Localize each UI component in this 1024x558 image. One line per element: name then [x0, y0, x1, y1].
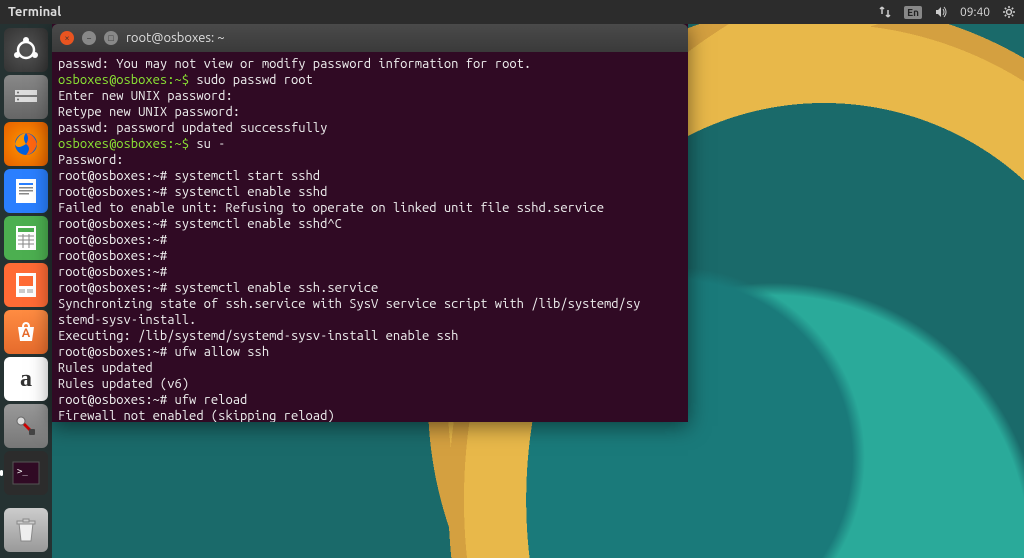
terminal-window[interactable]: × − □ root@osboxes: ~ passwd: You may no…: [52, 24, 688, 422]
terminal-line: root@osboxes:~#: [58, 248, 682, 264]
network-icon[interactable]: [878, 5, 892, 19]
svg-text:A: A: [22, 327, 31, 340]
writer-launcher[interactable]: [4, 169, 48, 213]
terminal-line: Synchronizing state of ssh.service with …: [58, 296, 682, 312]
terminal-line: Retype new UNIX password:: [58, 104, 682, 120]
software-launcher[interactable]: A: [4, 310, 48, 354]
terminal-title: root@osboxes: ~: [126, 31, 225, 45]
minimize-button[interactable]: −: [82, 31, 96, 45]
close-button[interactable]: ×: [60, 31, 74, 45]
terminal-line: osboxes@osboxes:~$ su -: [58, 136, 682, 152]
terminal-line: Enter new UNIX password:: [58, 88, 682, 104]
clock[interactable]: 09:40: [960, 6, 990, 19]
terminal-titlebar[interactable]: × − □ root@osboxes: ~: [52, 24, 688, 52]
maximize-button[interactable]: □: [104, 31, 118, 45]
terminal-line: Rules updated: [58, 360, 682, 376]
terminal-line: Firewall not enabled (skipping reload): [58, 408, 682, 422]
sound-icon[interactable]: [934, 5, 948, 19]
terminal-line: stemd-sysv-install.: [58, 312, 682, 328]
terminal-line: osboxes@osboxes:~$ sudo passwd root: [58, 72, 682, 88]
keyboard-indicator[interactable]: En: [904, 6, 922, 19]
terminal-line: passwd: You may not view or modify passw…: [58, 56, 682, 72]
dash-button[interactable]: [4, 28, 48, 72]
svg-text:>_: >_: [17, 467, 28, 477]
terminal-line: root@osboxes:~# systemctl enable sshd^C: [58, 216, 682, 232]
amazon-launcher[interactable]: a: [4, 357, 48, 401]
impress-launcher[interactable]: [4, 263, 48, 307]
terminal-line: Password:: [58, 152, 682, 168]
files-launcher[interactable]: [4, 75, 48, 119]
calc-launcher[interactable]: [4, 216, 48, 260]
terminal-line: Failed to enable unit: Refusing to opera…: [58, 200, 682, 216]
terminal-line: Executing: /lib/systemd/systemd-sysv-ins…: [58, 328, 682, 344]
terminal-line: Rules updated (v6): [58, 376, 682, 392]
terminal-line: root@osboxes:~# systemctl start sshd: [58, 168, 682, 184]
terminal-line: root@osboxes:~# systemctl enable sshd: [58, 184, 682, 200]
terminal-line: root@osboxes:~#: [58, 264, 682, 280]
terminal-line: root@osboxes:~#: [58, 232, 682, 248]
system-menu-icon[interactable]: [1002, 5, 1016, 19]
unity-launcher: A a >_: [0, 24, 52, 558]
terminal-line: passwd: password updated successfully: [58, 120, 682, 136]
app-title: Terminal: [8, 5, 61, 19]
terminal-launcher[interactable]: >_: [4, 451, 48, 495]
firefox-launcher[interactable]: [4, 122, 48, 166]
terminal-line: root@osboxes:~# systemctl enable ssh.ser…: [58, 280, 682, 296]
settings-launcher[interactable]: [4, 404, 48, 448]
terminal-line: root@osboxes:~# ufw reload: [58, 392, 682, 408]
terminal-line: root@osboxes:~# ufw allow ssh: [58, 344, 682, 360]
top-menu-bar: Terminal En 09:40: [0, 0, 1024, 24]
trash-launcher[interactable]: [4, 508, 48, 552]
terminal-output[interactable]: passwd: You may not view or modify passw…: [52, 52, 688, 422]
